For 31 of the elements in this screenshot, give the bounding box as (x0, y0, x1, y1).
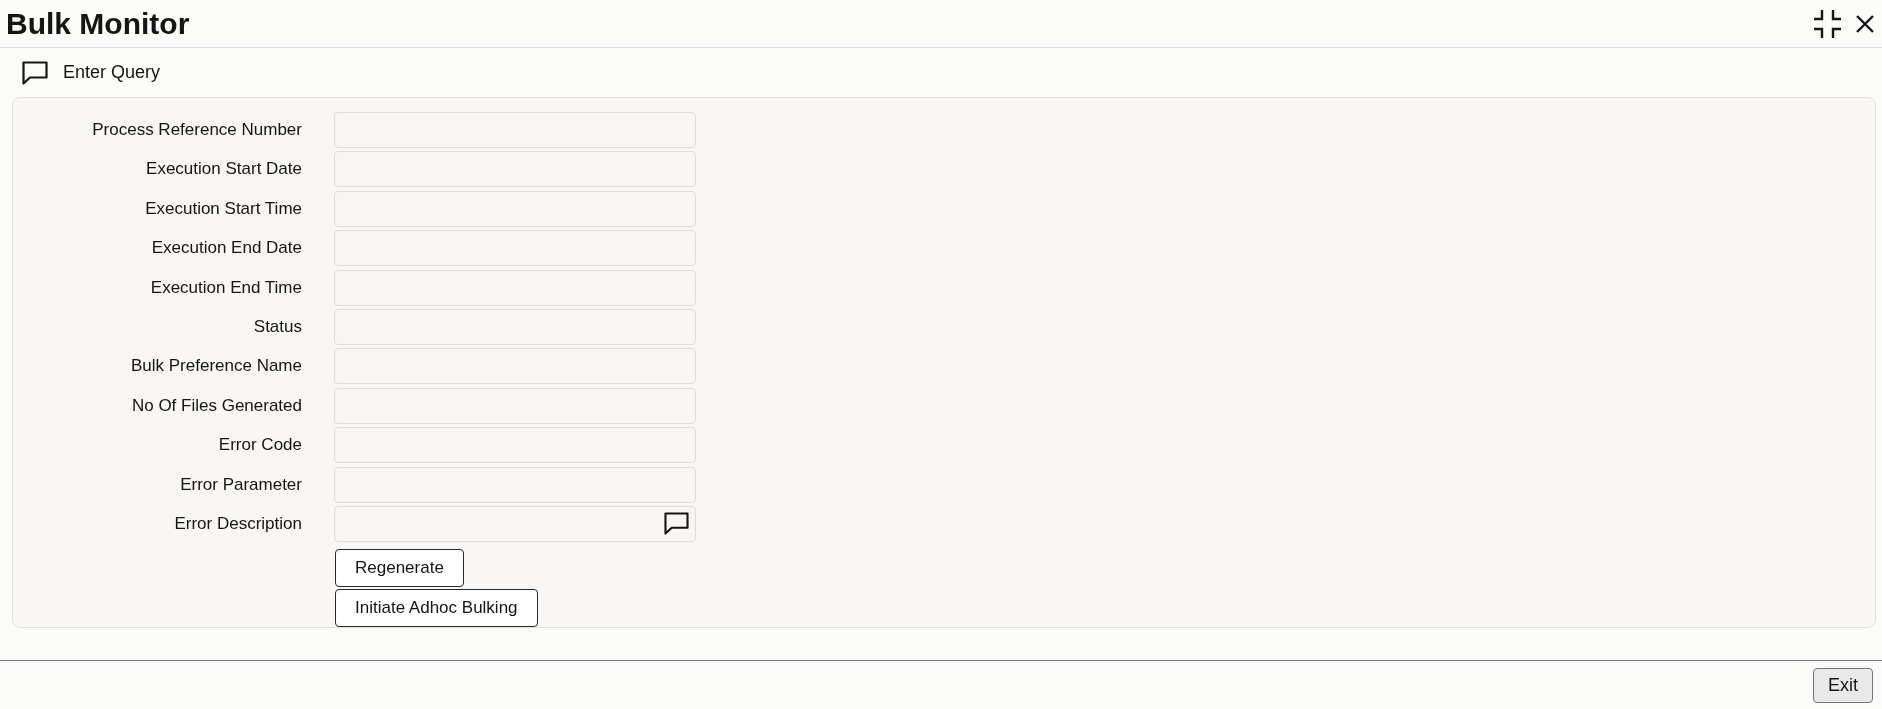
action-button[interactable]: Initiate Adhoc Bulking (335, 588, 538, 627)
field-label: Execution End Date (150, 238, 302, 259)
field-label: Status (252, 316, 302, 337)
field-label: Process Reference Number (91, 120, 302, 140)
window-title: Bulk Monitor (6, 8, 190, 39)
input-field[interactable] (334, 112, 696, 148)
field-label: No Of Files Generated (130, 395, 302, 416)
input-field[interactable] (334, 190, 696, 227)
close-icon[interactable] (1856, 14, 1874, 33)
field-label: Error Parameter (179, 474, 302, 495)
enter-query-button[interactable]: Enter Query (22, 60, 161, 85)
input-field[interactable] (334, 151, 696, 188)
input-field[interactable] (334, 466, 696, 503)
speech-bubble-icon[interactable] (664, 512, 689, 536)
input-field[interactable] (334, 427, 696, 464)
field-label: Bulk Preference Name (129, 356, 302, 377)
input-field[interactable] (334, 505, 696, 542)
speech-bubble-icon[interactable] (22, 60, 48, 85)
input-field[interactable] (334, 308, 696, 345)
exit-button[interactable]: Exit (1813, 667, 1873, 703)
field-label: Execution Start Time (144, 198, 302, 219)
field-label: Error Code (217, 435, 302, 456)
input-field[interactable] (334, 348, 696, 385)
input-field[interactable] (334, 387, 696, 424)
collapse-icon[interactable] (1813, 9, 1842, 38)
field-label: Execution End Time (149, 277, 302, 298)
field-label: Error Description (173, 513, 302, 534)
action-button[interactable]: Regenerate (335, 548, 464, 587)
field-label: Execution Start Date (145, 159, 302, 180)
input-field[interactable] (334, 230, 696, 267)
input-field[interactable] (334, 269, 696, 306)
